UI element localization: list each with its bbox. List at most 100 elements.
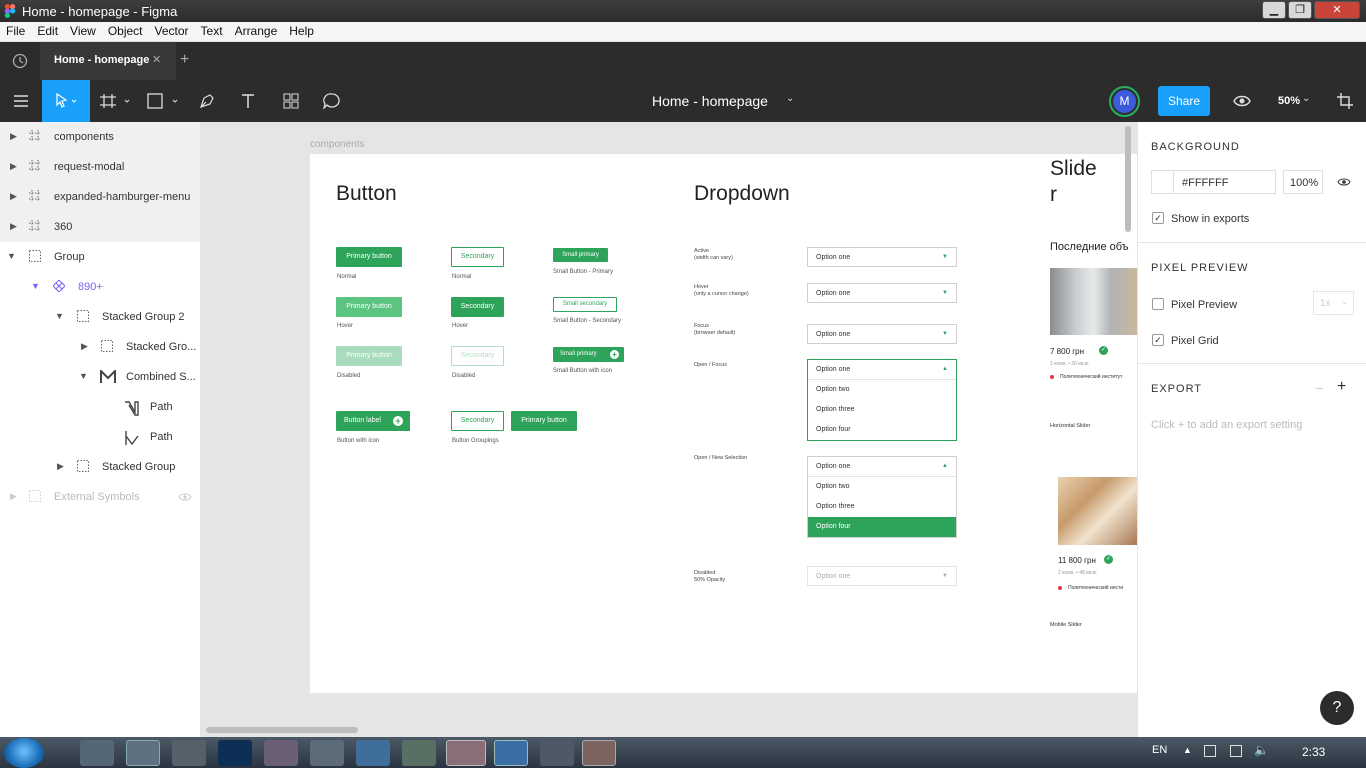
minimize-button[interactable]: ▁ — [1262, 1, 1286, 19]
taskbar-app-folder-icon[interactable] — [126, 740, 160, 766]
primary-button-hover[interactable]: Primary button — [336, 297, 402, 317]
remove-export-button[interactable]: − — [1315, 380, 1323, 396]
show-hidden-icons-icon[interactable]: ▲ — [1183, 745, 1192, 755]
layer-group[interactable]: ▼ Group — [0, 242, 200, 272]
small-secondary-button[interactable]: Small secondary — [553, 297, 617, 312]
recent-files-icon[interactable] — [12, 53, 28, 69]
add-export-button[interactable]: + — [1337, 378, 1346, 396]
collapse-caret-icon[interactable]: ▼ — [55, 311, 64, 321]
dropdown-active[interactable]: Option one ▼ — [807, 247, 957, 267]
taskbar-app-notes-icon[interactable] — [494, 740, 528, 766]
menu-object[interactable]: Object — [102, 22, 149, 38]
expand-caret-icon[interactable]: ▶ — [10, 161, 17, 172]
shape-tool-button[interactable] — [144, 80, 184, 122]
vertical-scrollbar[interactable] — [1125, 126, 1131, 232]
visibility-eye-icon[interactable] — [178, 492, 192, 502]
expand-caret-icon[interactable]: ▶ — [81, 341, 88, 352]
menu-edit[interactable]: Edit — [31, 22, 64, 38]
tray-volume-icon[interactable]: 🔈 — [1254, 743, 1269, 757]
dropdown-open-new-selection[interactable]: Option one ▲ Option two Option three Opti… — [807, 456, 957, 538]
collapse-caret-icon[interactable]: ▼ — [7, 251, 16, 261]
menu-vector[interactable]: Vector — [149, 22, 195, 38]
expand-caret-icon[interactable]: ▶ — [57, 461, 64, 472]
zoom-level[interactable]: 50% — [1278, 95, 1300, 107]
close-window-button[interactable]: ✕ — [1314, 1, 1360, 19]
file-menu-chevron-icon[interactable]: ⌄ — [786, 93, 794, 104]
start-button[interactable] — [4, 738, 44, 768]
horizontal-scrollbar[interactable] — [206, 727, 358, 733]
color-swatch[interactable] — [1152, 171, 1174, 193]
collapse-caret-icon[interactable]: ▼ — [31, 281, 40, 291]
file-title[interactable]: Home - homepage — [652, 93, 768, 109]
dropdown-selected-option[interactable]: Option one ▲ — [808, 457, 956, 477]
background-hex-value[interactable]: #FFFFFF — [1182, 177, 1228, 189]
secondary-button-hover[interactable]: Secondary — [451, 297, 504, 317]
dropdown-open-focus[interactable]: Option one ▲ Option two Option three Opti… — [807, 359, 957, 441]
tray-security-icon[interactable] — [1204, 745, 1216, 757]
expand-caret-icon[interactable]: ▶ — [10, 221, 17, 232]
dropdown-option[interactable]: Option two — [808, 477, 956, 497]
zoom-chevron-icon[interactable]: ⌄ — [1302, 93, 1310, 104]
primary-button-normal[interactable]: Primary button — [336, 247, 402, 267]
dropdown-option[interactable]: Option three — [808, 497, 956, 517]
taskbar-app-paint-icon[interactable] — [264, 740, 298, 766]
visibility-eye-icon[interactable] — [1337, 177, 1351, 187]
layer-request-modal[interactable]: ▶ request-modal — [0, 152, 200, 182]
taskbar-app-photoshop-icon[interactable] — [218, 740, 252, 766]
expand-caret-icon[interactable]: ▶ — [10, 131, 17, 142]
taskbar-app-chrome-icon[interactable] — [582, 740, 616, 766]
secondary-button-normal[interactable]: Secondary — [451, 247, 504, 267]
hamburger-menu-icon[interactable] — [8, 80, 34, 122]
taskbar-app-explorer-icon[interactable] — [80, 740, 114, 766]
new-tab-button[interactable]: + — [180, 51, 189, 69]
menu-text[interactable]: Text — [195, 22, 229, 38]
expand-caret-icon[interactable]: ▶ — [10, 191, 17, 202]
layer-external-symbols[interactable]: ▶ External Symbols — [0, 482, 200, 512]
avatar[interactable]: M — [1109, 86, 1140, 117]
background-color-field[interactable]: #FFFFFF — [1151, 170, 1276, 194]
tray-network-icon[interactable] — [1230, 745, 1242, 757]
apartment-photo-2[interactable] — [1058, 477, 1137, 545]
layer-expanded-hamburger-menu[interactable]: ▶ expanded-hamburger-menu — [0, 182, 200, 212]
frame-tool-button[interactable] — [96, 80, 136, 122]
apartment-photo-1[interactable] — [1050, 268, 1137, 335]
taskbar-app-sublime-icon[interactable] — [540, 740, 574, 766]
small-primary-button[interactable]: Small primary — [553, 248, 608, 262]
close-tab-icon[interactable]: ✕ — [152, 53, 161, 66]
dropdown-option[interactable]: Option four — [808, 420, 956, 440]
dropdown-focus[interactable]: Option one ▼ — [807, 324, 957, 344]
pixel-grid-checkbox[interactable]: ✓ — [1152, 334, 1164, 346]
dropdown-option[interactable]: Option two — [808, 380, 956, 400]
taskbar-app-terminal-icon[interactable] — [172, 740, 206, 766]
primary-button-disabled[interactable]: Primary button — [336, 346, 402, 366]
clock-time[interactable]: 2:33 — [1302, 745, 1325, 759]
help-button[interactable]: ? — [1320, 691, 1354, 725]
dropdown-option-highlighted[interactable]: Option four — [808, 517, 956, 537]
frame-label[interactable]: components — [310, 139, 364, 150]
small-button-with-icon[interactable]: Small primary + — [553, 347, 624, 362]
taskbar-app-media-icon[interactable] — [310, 740, 344, 766]
present-eye-icon[interactable] — [1233, 94, 1251, 108]
expand-caret-icon[interactable]: ▶ — [10, 491, 17, 502]
share-button[interactable]: Share — [1158, 86, 1210, 116]
dropdown-hover[interactable]: Option one ▼ — [807, 283, 957, 303]
components-frame[interactable]: Button Primary button Normal Primary but… — [310, 154, 1137, 693]
secondary-button-disabled[interactable]: Secondary — [451, 346, 504, 366]
grouping-secondary-button[interactable]: Secondary — [451, 411, 504, 431]
pixel-preview-checkbox[interactable] — [1152, 298, 1164, 310]
menu-arrange[interactable]: Arrange — [229, 22, 284, 38]
collapse-caret-icon[interactable]: ▼ — [79, 371, 88, 381]
layer-360[interactable]: ▶ 360 — [0, 212, 200, 242]
button-with-icon[interactable]: Button label + — [336, 411, 410, 431]
show-in-exports-checkbox[interactable]: ✓ — [1152, 212, 1164, 224]
layer-890-plus[interactable]: ▼ 890+ — [0, 272, 200, 302]
taskbar-app-ie-icon[interactable] — [356, 740, 390, 766]
layer-stacked-group-2[interactable]: ▼ Stacked Group 2 — [0, 302, 200, 332]
grouping-primary-button[interactable]: Primary button — [511, 411, 577, 431]
taskbar-app-palette-icon[interactable] — [402, 740, 436, 766]
layer-components[interactable]: ▶ components — [0, 122, 200, 152]
pen-tool-button[interactable] — [194, 80, 220, 122]
taskbar-app-figma-icon[interactable] — [446, 740, 486, 766]
language-indicator[interactable]: EN — [1152, 744, 1167, 756]
pixel-scale-select[interactable]: 1x ⌄ — [1313, 291, 1354, 315]
